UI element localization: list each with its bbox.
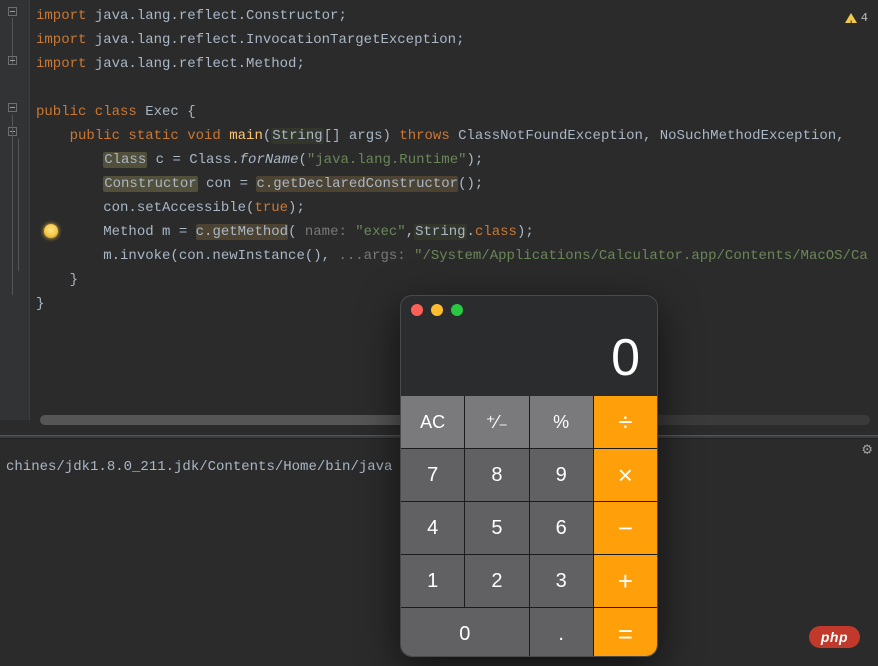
fold-toggle-icon[interactable]	[8, 103, 17, 112]
divide-button: ÷	[594, 396, 657, 448]
code-line[interactable]: }	[36, 268, 878, 292]
digit-6-button[interactable]: 6	[530, 502, 593, 554]
gear-icon[interactable]: ⚙	[862, 439, 872, 459]
add-button: +	[594, 555, 657, 607]
code-line[interactable]: Method m = c.getMethod( name: "exec",Str…	[36, 220, 878, 244]
watermark-badge: php	[809, 626, 860, 648]
sign-button[interactable]: ⁺⁄₋	[465, 396, 528, 448]
code-line[interactable]: public static void main(String[] args) t…	[36, 124, 878, 148]
digit-2-button[interactable]: 2	[465, 555, 528, 607]
digit-9-button[interactable]: 9	[530, 449, 593, 501]
code-line[interactable]: Class c = Class.forName("java.lang.Runti…	[36, 148, 878, 172]
equals-button: =	[594, 608, 657, 657]
multiply-button: ×	[594, 449, 657, 501]
window-titlebar[interactable]	[401, 296, 657, 324]
code-line[interactable]: Constructor con = c.getDeclaredConstruct…	[36, 172, 878, 196]
fold-toggle-icon[interactable]	[8, 56, 17, 65]
fold-toggle-icon[interactable]	[8, 7, 17, 16]
calculator-keypad: AC ⁺⁄₋ % ÷ 7 8 9 × 4 5 6 − 1 2 3 + 0 . =	[401, 396, 657, 657]
code-line[interactable]: m.invoke(con.newInstance(), ...args: "/S…	[36, 244, 878, 268]
digit-8-button[interactable]: 8	[465, 449, 528, 501]
subtract-button: −	[594, 502, 657, 554]
decimal-button[interactable]: .	[530, 608, 593, 657]
percent-button[interactable]: %	[530, 396, 593, 448]
fold-guide	[12, 115, 13, 295]
window-close-icon[interactable]	[411, 304, 423, 316]
code-line[interactable]: con.setAccessible(true);	[36, 196, 878, 220]
code-line[interactable]: import java.lang.reflect.Constructor;	[36, 4, 878, 28]
digit-1-button[interactable]: 1	[401, 555, 464, 607]
code-line[interactable]	[36, 76, 878, 100]
digit-3-button[interactable]: 3	[530, 555, 593, 607]
editor-gutter[interactable]	[0, 0, 30, 420]
inspection-indicator[interactable]: 4	[845, 6, 868, 30]
warning-count: 4	[861, 6, 868, 30]
code-line[interactable]: import java.lang.reflect.Method;	[36, 52, 878, 76]
calculator-display: 0	[401, 324, 657, 396]
warning-icon	[845, 13, 857, 23]
ide-window: 4 import java.lang.reflect.Constructor; …	[0, 0, 878, 666]
window-maximize-icon[interactable]	[451, 304, 463, 316]
digit-7-button[interactable]: 7	[401, 449, 464, 501]
ac-button[interactable]: AC	[401, 396, 464, 448]
window-minimize-icon[interactable]	[431, 304, 443, 316]
calculator-window[interactable]: 0 AC ⁺⁄₋ % ÷ 7 8 9 × 4 5 6 − 1 2 3 + 0 .…	[400, 295, 658, 657]
digit-0-button[interactable]: 0	[401, 608, 529, 657]
digit-5-button[interactable]: 5	[465, 502, 528, 554]
code-line[interactable]: import java.lang.reflect.InvocationTarge…	[36, 28, 878, 52]
code-line[interactable]: public class Exec {	[36, 100, 878, 124]
fold-guide	[18, 139, 19, 271]
digit-4-button[interactable]: 4	[401, 502, 464, 554]
